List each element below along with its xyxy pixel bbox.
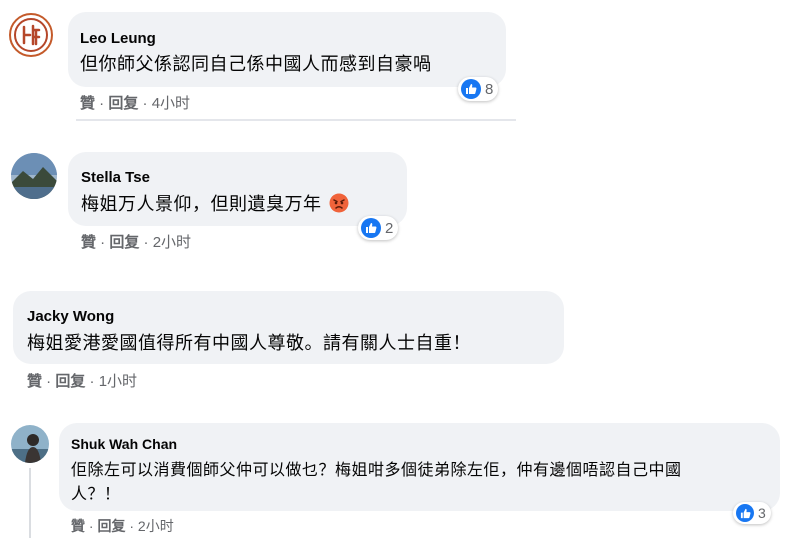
angry-emoji-icon — [329, 193, 349, 218]
like-icon — [361, 218, 381, 238]
divider — [76, 119, 516, 121]
reply-link[interactable]: 回复 — [97, 518, 125, 534]
person-photo-icon — [11, 425, 49, 463]
comment-text-line2: 人？！ — [71, 486, 121, 503]
comment-author[interactable]: Jacky Wong — [27, 308, 114, 325]
like-link[interactable]: 贊 — [71, 518, 85, 534]
avatar-leo-leung[interactable] — [9, 13, 53, 57]
comment-author[interactable]: Stella Tse — [81, 169, 150, 186]
reply-thread-line — [29, 468, 31, 538]
reaction-summary[interactable]: 2 — [358, 216, 399, 240]
comment-author[interactable]: Leo Leung — [80, 30, 156, 47]
comment-actions: 贊 · 回复 · 2小时 — [71, 518, 174, 534]
comment-text: 梅姐万人景仰，但則遺臭万年 — [81, 190, 349, 218]
timestamp[interactable]: 4小时 — [152, 95, 190, 112]
reaction-summary[interactable]: 3 — [733, 502, 771, 524]
like-icon — [461, 79, 481, 99]
reply-link[interactable]: 回复 — [108, 95, 138, 112]
landscape-photo-icon — [11, 153, 57, 199]
comment-text: 梅姐愛港愛國值得所有中國人尊敬。請有關人士自重！ — [27, 333, 471, 353]
reaction-summary[interactable]: 8 — [458, 77, 499, 101]
timestamp[interactable]: 1小时 — [99, 373, 137, 390]
like-link[interactable]: 贊 — [27, 373, 42, 390]
comment-text-line1: 佢除左可以消費個師父仲可以做乜？梅姐咁多個徒弟除左佢，仲有邊個唔認自己中國 — [71, 462, 682, 479]
like-link[interactable]: 贊 — [80, 95, 95, 112]
comment-actions: 贊 · 回复 · 2小时 — [81, 234, 192, 251]
reaction-count: 3 — [758, 505, 766, 521]
reaction-count: 8 — [485, 80, 494, 98]
timestamp[interactable]: 2小时 — [138, 518, 174, 534]
seal-logo-icon — [14, 18, 48, 52]
avatar-stella-tse[interactable] — [11, 153, 57, 199]
comment-text-body: 梅姐万人景仰，但則遺臭万年 — [81, 194, 322, 214]
comment-actions: 贊 · 回复 · 4小时 — [80, 95, 191, 112]
timestamp[interactable]: 2小时 — [153, 234, 191, 251]
comment-actions: 贊 · 回复 · 1小时 — [27, 373, 138, 390]
reply-link[interactable]: 回复 — [109, 234, 139, 251]
reply-link[interactable]: 回复 — [55, 373, 85, 390]
avatar-shuk-wah-chan[interactable] — [11, 425, 49, 463]
reaction-count: 2 — [385, 219, 394, 237]
like-link[interactable]: 贊 — [81, 234, 96, 251]
comment-author[interactable]: Shuk Wah Chan — [71, 436, 177, 452]
comment-text: 但你師父係認同自己係中國人而感到自豪喎 — [80, 54, 432, 74]
like-icon — [736, 504, 754, 522]
